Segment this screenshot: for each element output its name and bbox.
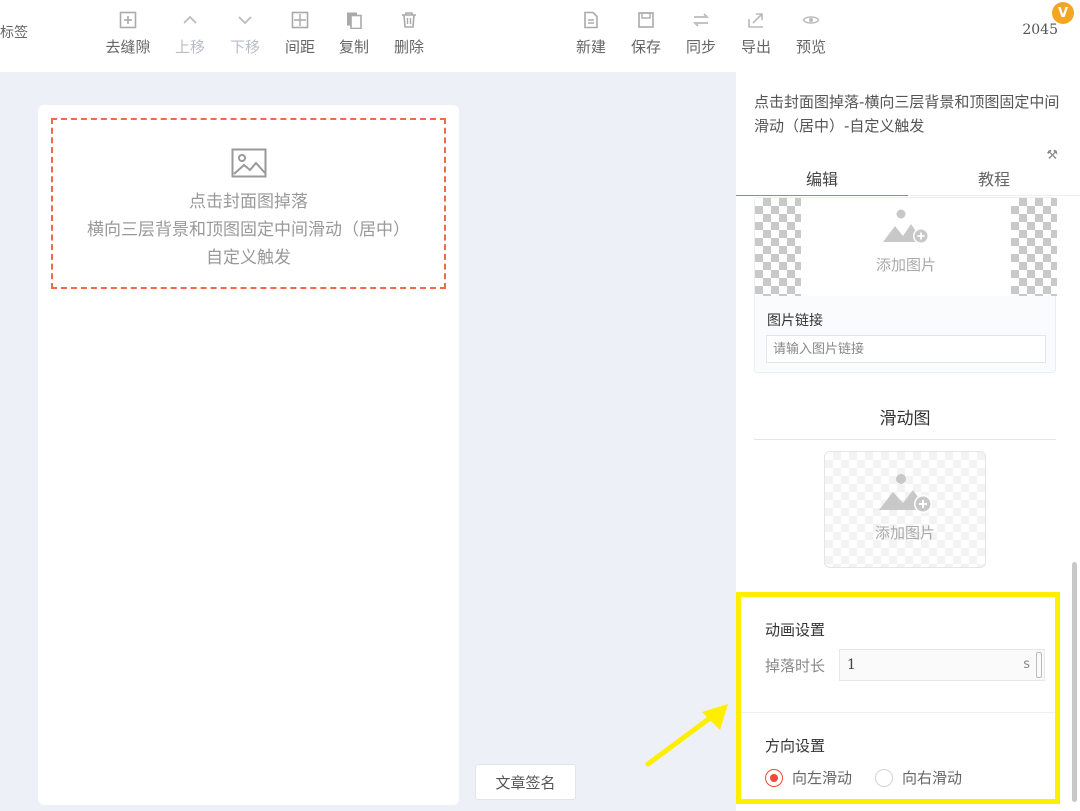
add-image-icon <box>875 470 935 518</box>
chevron-down-icon <box>236 8 254 32</box>
vip-badge[interactable]: V <box>1052 2 1074 24</box>
word-count: 2045 <box>1022 22 1058 38</box>
copy-button[interactable]: 复制 <box>326 8 382 64</box>
add-image-label: 添加图片 <box>875 256 936 274</box>
toolbar-left-label: 标签 <box>0 25 28 41</box>
sync-button[interactable]: 同步 <box>673 8 729 64</box>
drop-duration-unit: s <box>1023 657 1030 672</box>
highlight-box: 动画设置 掉落时长 1 s 方向设置 向左滑动 向右滑动 <box>736 592 1060 804</box>
move-down-button[interactable]: 下移 <box>217 8 273 64</box>
duration-spinner[interactable] <box>1036 652 1042 678</box>
slide-section-title: 滑动图 <box>754 404 1056 440</box>
panel-tabs: 编辑 教程 <box>736 160 1080 196</box>
save-button[interactable]: 保存 <box>618 8 674 64</box>
copy-icon <box>345 8 363 32</box>
annotation-arrow-icon <box>645 704 728 767</box>
drop-duration-value: 1 <box>847 657 856 673</box>
radio-unchecked-icon <box>875 768 893 787</box>
panel-scrollbar[interactable] <box>1072 562 1077 802</box>
chevron-up-icon <box>181 8 199 32</box>
remove-gap-button[interactable]: 去缝隙 <box>100 8 156 64</box>
save-icon <box>637 8 655 32</box>
cover-line-2: 横向三层背景和顶图固定中间滑动（居中） <box>87 220 410 240</box>
checker-right <box>1011 198 1057 296</box>
add-image-button[interactable]: 添加图片 <box>855 206 957 275</box>
image-link-label: 图片链接 <box>767 313 823 329</box>
cover-drop-block[interactable]: 点击封面图掉落 横向三层背景和顶图固定中间滑动（居中） 自定义触发 <box>51 118 446 289</box>
export-icon <box>747 8 765 32</box>
direction-settings-title: 方向设置 <box>765 737 826 755</box>
tab-tutorial[interactable]: 教程 <box>908 166 1080 196</box>
slide-add-image-label: 添加图片 <box>874 524 935 542</box>
settings-divider <box>741 712 1055 713</box>
trash-icon <box>400 8 418 32</box>
plus-square-icon <box>119 8 137 32</box>
image-placeholder-icon <box>231 148 267 182</box>
cover-line-3: 自定义触发 <box>206 248 291 268</box>
panel-title: 点击封面图掉落-横向三层背景和顶图固定中间滑动（居中）-自定义触发 <box>754 93 1060 135</box>
drop-duration-label: 掉落时长 <box>765 657 826 675</box>
image-link-input[interactable] <box>766 335 1046 363</box>
add-image-icon <box>881 206 931 250</box>
sync-icon <box>692 8 710 32</box>
tab-edit[interactable]: 编辑 <box>736 166 908 196</box>
export-button[interactable]: 导出 <box>728 8 784 64</box>
move-up-button[interactable]: 上移 <box>162 8 218 64</box>
image-preview: 添加图片 <box>755 198 1057 296</box>
preview-button[interactable]: 预览 <box>783 8 839 64</box>
radio-slide-left[interactable]: 向左滑动 <box>765 767 852 788</box>
spacing-icon <box>291 8 309 32</box>
radio-slide-right[interactable]: 向右滑动 <box>875 767 962 788</box>
drop-duration-input[interactable]: 1 s <box>839 649 1045 681</box>
slide-add-image[interactable]: 添加图片 <box>855 470 955 543</box>
image-card: 添加图片 图片链接 <box>754 197 1057 373</box>
settings-panel: 点击封面图掉落-横向三层背景和顶图固定中间滑动（居中）-自定义触发 ⚒ 编辑 教… <box>736 72 1080 811</box>
cover-line-1: 点击封面图掉落 <box>189 192 308 212</box>
article-signature-button[interactable]: 文章签名 <box>475 764 576 800</box>
slide-image-upload[interactable]: 添加图片 <box>824 451 986 568</box>
delete-button[interactable]: 删除 <box>381 8 437 64</box>
new-button[interactable]: 新建 <box>563 8 619 64</box>
new-file-icon <box>582 8 600 32</box>
checker-left <box>755 198 801 296</box>
animation-settings-title: 动画设置 <box>765 621 826 639</box>
top-toolbar: 标签 去缝隙 上移 下移 间距 复制 删除 新建 保存 同步 导出 预览 204… <box>0 0 1080 72</box>
radio-checked-icon <box>765 768 783 787</box>
eye-icon <box>802 8 820 32</box>
spacing-button[interactable]: 间距 <box>272 8 328 64</box>
article-canvas: 点击封面图掉落 横向三层背景和顶图固定中间滑动（居中） 自定义触发 <box>38 105 459 805</box>
